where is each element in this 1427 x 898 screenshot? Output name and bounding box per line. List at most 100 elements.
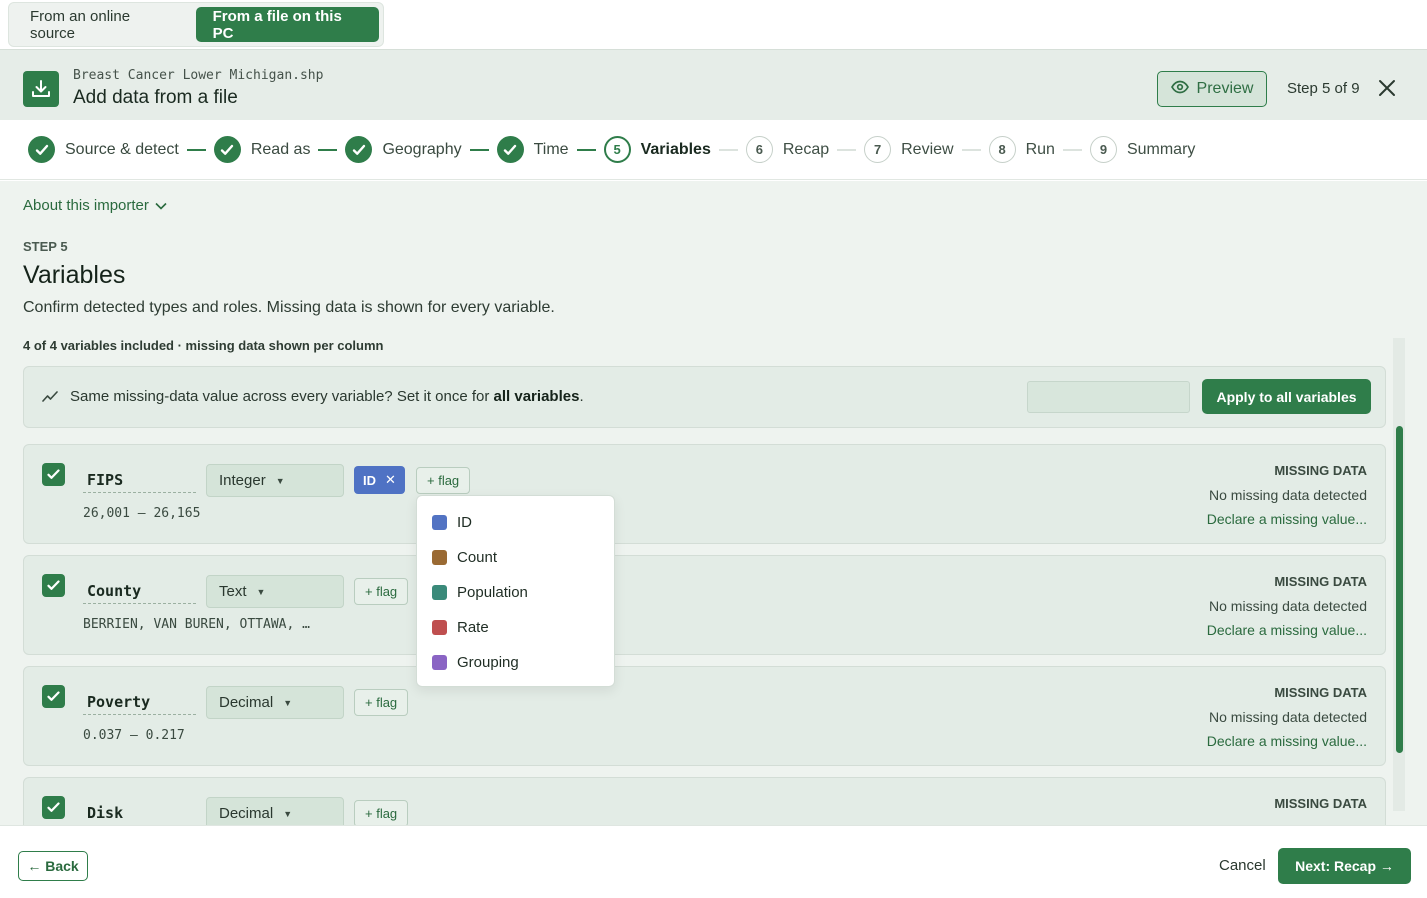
color-swatch bbox=[432, 585, 447, 600]
wizard-body: About this importer STEP 5 Variables Con… bbox=[0, 181, 1427, 825]
step-recap[interactable]: 6 Recap bbox=[745, 136, 830, 163]
include-checkbox[interactable] bbox=[42, 574, 65, 597]
variable-row: FIPS 26,001 – 26,165 Integer ▼ ID ✕ + flag MISS… bbox=[23, 444, 1386, 544]
step-connector bbox=[718, 148, 738, 151]
include-checkbox[interactable] bbox=[42, 685, 65, 708]
variable-name[interactable]: FIPS bbox=[83, 471, 196, 493]
step-label: Time bbox=[533, 140, 569, 158]
wizard-header: Breast Cancer Lower Michigan.shp Add dat… bbox=[0, 49, 1427, 120]
caret-down-icon: ▼ bbox=[275, 475, 285, 486]
variable-name[interactable]: County bbox=[83, 582, 196, 604]
step-time[interactable]: Time bbox=[496, 136, 569, 163]
file-name: Breast Cancer Lower Michigan.shp bbox=[73, 68, 324, 83]
declare-missing-link[interactable]: Declare a missing value... bbox=[1207, 511, 1367, 527]
missing-data-title: MISSING DATA bbox=[1274, 685, 1367, 700]
step-geography[interactable]: Geography bbox=[345, 136, 462, 163]
apply-all-panel: Same missing-data value across every var… bbox=[23, 366, 1386, 428]
check-icon bbox=[213, 136, 241, 163]
next-button[interactable]: Next: Recap → bbox=[1278, 848, 1411, 884]
flag-option-rate[interactable]: Rate bbox=[417, 610, 614, 645]
step-run[interactable]: 8 Run bbox=[988, 136, 1055, 163]
preview-label: Preview bbox=[1196, 80, 1254, 97]
declare-missing-link[interactable]: Declare a missing value... bbox=[1207, 733, 1367, 749]
declare-missing-link[interactable]: Declare a missing value... bbox=[1207, 622, 1367, 638]
wizard-footer: ← Back Cancel Next: Recap → bbox=[0, 825, 1427, 898]
type-select[interactable]: Decimal ▼ bbox=[206, 686, 344, 719]
add-flag-button[interactable]: + flag bbox=[354, 689, 409, 716]
cancel-button[interactable]: Cancel bbox=[1219, 857, 1266, 874]
close-icon[interactable] bbox=[1376, 77, 1398, 99]
step-label: Variables bbox=[640, 140, 711, 158]
apply-all-text: Same missing-data value across every var… bbox=[70, 388, 584, 405]
color-swatch bbox=[432, 550, 447, 565]
flag-option-count[interactable]: Count bbox=[417, 540, 614, 575]
step-label: Recap bbox=[782, 140, 830, 158]
add-flag-button[interactable]: + flag bbox=[354, 578, 409, 605]
variable-range: 0.037 – 0.217 bbox=[83, 728, 185, 743]
missing-data-status: No missing data detected bbox=[1209, 487, 1367, 503]
flag-option-label: Count bbox=[457, 549, 498, 566]
step-description: Confirm detected types and roles. Missin… bbox=[23, 299, 555, 316]
step-number: 7 bbox=[864, 136, 892, 163]
flag-option-label: Rate bbox=[457, 619, 489, 636]
variable-row: Poverty 0.037 – 0.217 Decimal ▼ + flag MISSIN… bbox=[23, 666, 1386, 766]
step-number: 5 bbox=[603, 136, 631, 163]
add-flag-button[interactable]: + flag bbox=[416, 467, 471, 494]
step-label: Geography bbox=[382, 140, 462, 158]
remove-flag-icon[interactable]: ✕ bbox=[385, 472, 396, 488]
tab-file-on-pc[interactable]: From a file on this PC bbox=[195, 7, 379, 42]
wizard-stepper: Source & detect Read as Geography Time 5 Vari… bbox=[0, 120, 1427, 180]
apply-all-button[interactable]: Apply to all variables bbox=[1202, 379, 1371, 414]
type-value: Decimal bbox=[219, 805, 274, 822]
variable-name[interactable]: Disk bbox=[83, 804, 196, 825]
caret-down-icon: ▼ bbox=[283, 808, 293, 819]
step-title: Variables bbox=[23, 261, 126, 289]
missing-data-status: No missing data detected bbox=[1209, 598, 1367, 614]
step-kicker: STEP 5 bbox=[23, 239, 68, 254]
step-label: Run bbox=[1025, 140, 1055, 158]
scrollbar-thumb[interactable] bbox=[1396, 426, 1403, 753]
eye-icon bbox=[1170, 80, 1189, 99]
step-connector bbox=[1062, 148, 1082, 151]
download-icon bbox=[23, 71, 59, 107]
variables-count: 4 of 4 variables included · missing data… bbox=[23, 338, 384, 353]
variable-name[interactable]: Poverty bbox=[83, 693, 196, 715]
variable-range: 26,001 – 26,165 bbox=[83, 506, 201, 521]
step-label: Review bbox=[901, 140, 954, 158]
check-icon bbox=[345, 136, 373, 163]
flag-option-label: Population bbox=[457, 584, 528, 601]
source-tabs: From an online source From a file on thi… bbox=[8, 2, 384, 47]
type-select[interactable]: Integer ▼ bbox=[206, 464, 344, 497]
step-connector bbox=[961, 148, 981, 151]
flag-option-label: Grouping bbox=[457, 654, 519, 671]
type-value: Integer bbox=[219, 472, 266, 489]
preview-button[interactable]: Preview bbox=[1157, 71, 1267, 107]
step-source-detect[interactable]: Source & detect bbox=[28, 136, 179, 163]
page-title: Add data from a file bbox=[73, 87, 238, 108]
flag-chip-label: ID bbox=[363, 472, 376, 488]
step-connector bbox=[186, 148, 206, 151]
about-importer-toggle[interactable]: About this importer bbox=[23, 197, 167, 214]
missing-value-input[interactable] bbox=[1027, 381, 1190, 413]
caret-down-icon: ▼ bbox=[283, 697, 293, 708]
flag-option-grouping[interactable]: Grouping bbox=[417, 645, 614, 680]
flag-option-population[interactable]: Population bbox=[417, 575, 614, 610]
type-select[interactable]: Text ▼ bbox=[206, 575, 344, 608]
check-icon bbox=[28, 136, 55, 163]
step-review[interactable]: 7 Review bbox=[864, 136, 954, 163]
back-button[interactable]: ← Back bbox=[18, 851, 88, 881]
tab-online-source[interactable]: From an online source bbox=[13, 7, 192, 42]
include-checkbox[interactable] bbox=[42, 463, 65, 486]
step-summary[interactable]: 9 Summary bbox=[1089, 136, 1195, 163]
step-connector bbox=[837, 148, 857, 151]
type-value: Text bbox=[219, 583, 247, 600]
flag-dropdown-menu: ID Count Population Rate Grouping bbox=[416, 495, 615, 687]
step-read-as[interactable]: Read as bbox=[213, 136, 310, 163]
color-swatch bbox=[432, 620, 447, 635]
add-flag-button[interactable]: + flag bbox=[354, 800, 409, 825]
include-checkbox[interactable] bbox=[42, 796, 65, 819]
chevron-down-icon bbox=[155, 197, 167, 214]
step-variables[interactable]: 5 Variables bbox=[603, 136, 711, 163]
flag-option-id[interactable]: ID bbox=[417, 505, 614, 540]
type-select[interactable]: Decimal ▼ bbox=[206, 797, 344, 825]
